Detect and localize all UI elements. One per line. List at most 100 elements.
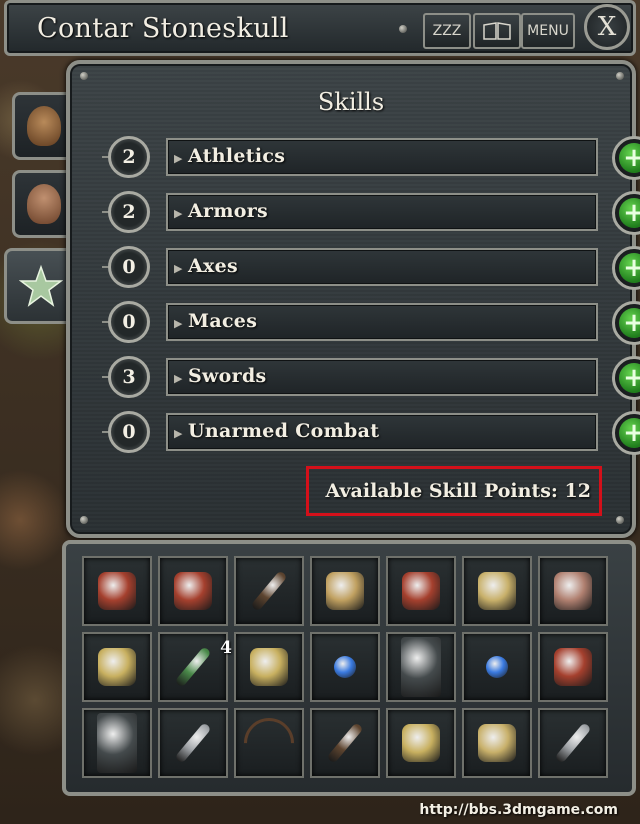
stack-count: 4: [220, 638, 232, 658]
bag-icon: [26, 106, 61, 146]
club-icon: [250, 570, 288, 612]
increase-skill-button[interactable]: +: [612, 301, 640, 345]
mushroom-icon: [250, 648, 288, 686]
skill-label: Unarmed Combat: [188, 420, 380, 442]
skill-bar[interactable]: ▶ Athletics: [166, 138, 598, 176]
inventory-slot[interactable]: [386, 556, 456, 626]
rest-icon: ZZZ: [432, 23, 462, 39]
journal-button[interactable]: [473, 13, 521, 49]
menu-label: MENU: [527, 23, 569, 39]
inventory-slot[interactable]: [538, 708, 608, 778]
inventory-tab[interactable]: [12, 92, 72, 160]
rivet-icon: [616, 72, 624, 80]
inventory-slot[interactable]: [233, 707, 305, 779]
close-icon: X: [597, 12, 617, 42]
rest-button[interactable]: ZZZ: [423, 13, 471, 49]
plus-icon: +: [619, 418, 640, 448]
chevron-right-icon: ▶: [174, 427, 183, 440]
increase-skill-button[interactable]: +: [612, 136, 640, 180]
head-icon: [26, 184, 61, 224]
bow-icon: [233, 707, 305, 779]
panel-title: Skills: [317, 88, 385, 116]
skill-label: Armors: [188, 200, 269, 222]
skill-row-unarmed-combat: 0 ▶ Unarmed Combat +: [100, 409, 640, 455]
club-icon: [326, 722, 364, 764]
title-bar: Contar Stoneskull ZZZ MENU: [4, 0, 636, 56]
inventory-slot[interactable]: [386, 708, 456, 778]
skill-label: Athletics: [188, 145, 286, 167]
plus-icon: +: [619, 308, 640, 338]
inventory-slot[interactable]: [234, 556, 304, 626]
increase-skill-button[interactable]: +: [612, 356, 640, 400]
skill-bar[interactable]: ▶ Armors: [166, 193, 598, 231]
close-button[interactable]: X: [584, 4, 630, 50]
skill-row-maces: 0 ▶ Maces +: [100, 299, 640, 345]
character-name: Contar Stoneskull: [37, 13, 289, 44]
watermark: http://bbs.3dmgame.com: [419, 802, 618, 818]
inventory-slot[interactable]: [538, 556, 608, 626]
armor-icon: [402, 572, 440, 610]
feather-icon: [174, 646, 212, 688]
skill-bar[interactable]: ▶ Swords: [166, 358, 598, 396]
inventory-slot[interactable]: [462, 708, 532, 778]
chevron-right-icon: ▶: [174, 372, 183, 385]
mushroom-icon: [98, 648, 136, 686]
skill-value: 0: [108, 246, 150, 288]
skill-label: Swords: [188, 365, 267, 387]
rivet-icon: [616, 516, 624, 524]
skill-value: 2: [108, 136, 150, 178]
armor-icon: [174, 572, 212, 610]
plus-icon: +: [619, 253, 640, 283]
inventory-slot[interactable]: [386, 632, 456, 702]
hammer-icon: [478, 724, 516, 762]
inventory-slot[interactable]: [158, 556, 228, 626]
inventory-slot[interactable]: [82, 556, 152, 626]
inventory-panel: 4: [62, 540, 636, 796]
glove-icon: [554, 572, 592, 610]
increase-skill-button[interactable]: +: [612, 411, 640, 455]
orb-icon: [486, 656, 508, 678]
rivet-icon: [399, 25, 407, 33]
rivet-icon: [80, 516, 88, 524]
plus-icon: +: [619, 198, 640, 228]
skill-label: Maces: [188, 310, 258, 332]
inventory-grid: 4: [82, 556, 608, 779]
chevron-right-icon: ▶: [174, 152, 183, 165]
skill-bar[interactable]: ▶ Maces: [166, 303, 598, 341]
increase-skill-button[interactable]: +: [612, 246, 640, 290]
shield-icon: [97, 713, 137, 773]
skill-value: 0: [108, 301, 150, 343]
inventory-slot[interactable]: [82, 708, 152, 778]
available-skill-points: Available Skill Points: 12: [306, 466, 602, 516]
skill-bar[interactable]: ▶ Axes: [166, 248, 598, 286]
mushroom-icon: [402, 724, 440, 762]
shield-icon: [401, 637, 441, 697]
armor-icon: [554, 648, 592, 686]
skill-row-armors: 2 ▶ Armors +: [100, 189, 640, 235]
chevron-right-icon: ▶: [174, 317, 183, 330]
plus-icon: +: [619, 363, 640, 393]
plus-icon: +: [619, 143, 640, 173]
skill-value: 2: [108, 191, 150, 233]
inventory-slot[interactable]: [310, 632, 380, 702]
skills-panel: Skills 2 ▶ Athletics + 2 ▶ Armors + 0 ▶ …: [66, 60, 640, 538]
inventory-slot[interactable]: 4: [158, 632, 232, 702]
character-tab[interactable]: [12, 170, 72, 238]
skill-bar[interactable]: ▶ Unarmed Combat: [166, 413, 598, 451]
star-icon: [18, 264, 63, 307]
inventory-slot[interactable]: [310, 708, 380, 778]
inventory-slot[interactable]: [462, 556, 532, 626]
menu-button[interactable]: MENU: [521, 13, 575, 49]
inventory-slot[interactable]: [538, 632, 608, 702]
inventory-slot[interactable]: [234, 632, 304, 702]
inventory-slot[interactable]: [462, 632, 532, 702]
skill-row-swords: 3 ▶ Swords +: [100, 354, 640, 400]
inventory-slot[interactable]: [310, 556, 380, 626]
skills-tab[interactable]: [4, 248, 74, 324]
dagger-icon: [554, 722, 592, 764]
inventory-slot[interactable]: [158, 708, 228, 778]
increase-skill-button[interactable]: +: [612, 191, 640, 235]
inventory-slot[interactable]: [82, 632, 152, 702]
skill-row-axes: 0 ▶ Axes +: [100, 244, 640, 290]
belt-icon: [326, 572, 364, 610]
